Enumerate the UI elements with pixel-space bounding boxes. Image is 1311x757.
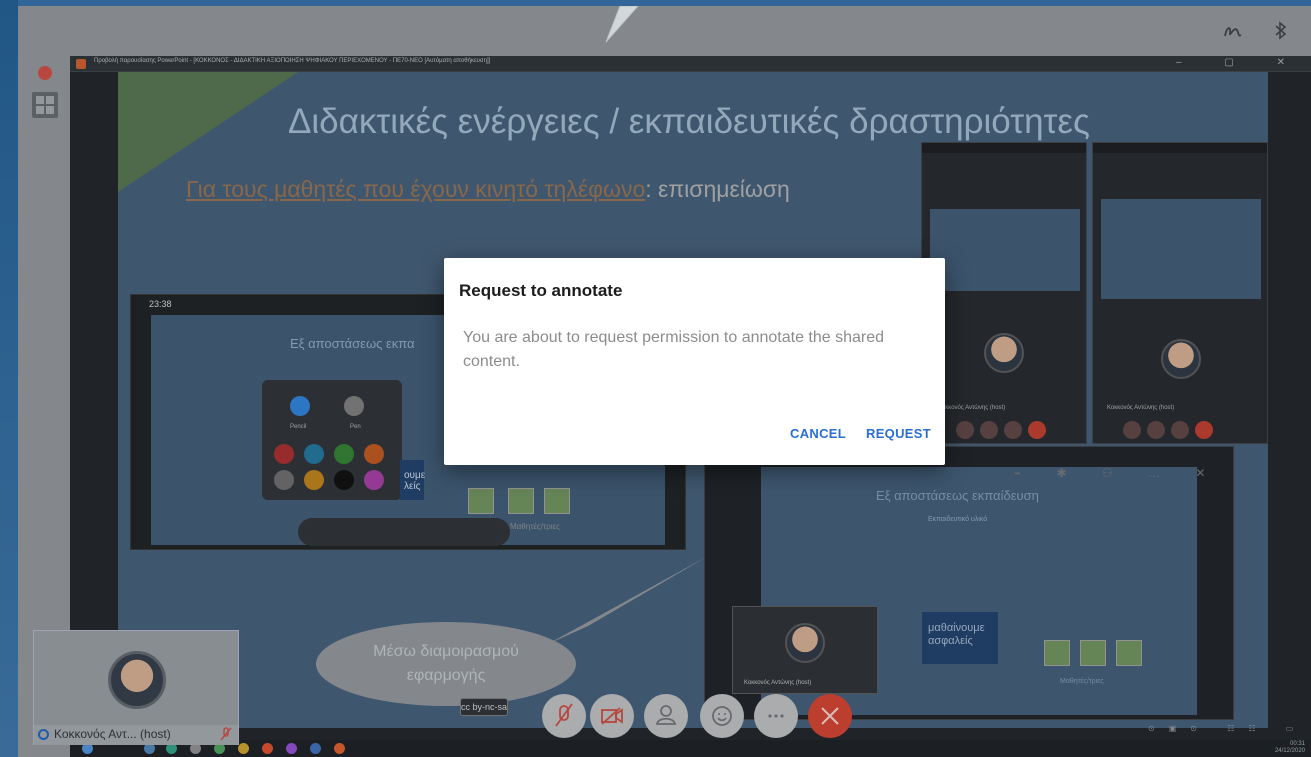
color-gray: [274, 470, 294, 490]
pupil-icon: [508, 488, 534, 514]
inset-video-avatar: [785, 623, 825, 663]
record-indicator-icon: [38, 66, 52, 80]
layout-grid-icon[interactable]: [32, 92, 58, 118]
tablet-caption: Μαθητές/τριες: [510, 522, 560, 531]
pupil-icon: [468, 488, 494, 514]
cancel-button[interactable]: CANCEL: [790, 426, 846, 441]
avatar: [108, 651, 166, 709]
desktop-edge-left: [0, 0, 18, 757]
participants-icon: [655, 705, 677, 725]
pupil-icon: [1044, 640, 1070, 666]
leave-meeting-button[interactable]: [808, 694, 852, 738]
taskbar-time: 00:31: [1289, 741, 1305, 747]
shared-window-title: Προβολή παρουσίασης PowerPoint - [ΚΟΚΚΟΝ…: [94, 58, 491, 64]
more-icon: [768, 714, 784, 718]
system-tray-icons: ⊙▣⊙ ☷☷ ▭: [1148, 724, 1308, 733]
self-video-tile[interactable]: Κοκκονός Αντ... (host): [33, 630, 239, 745]
phone-screenshot-1: Κοκκονός Αντώνης (host): [921, 142, 1087, 444]
speech-bubble-text: Μέσω διαμοιρασμού εφαρμογής: [316, 640, 576, 688]
pencil-label: Pencil: [290, 424, 307, 430]
mic-off-icon: [220, 727, 232, 741]
pencil-tool-icon: [290, 396, 310, 416]
dialog-title: Request to annotate: [459, 281, 623, 300]
color-orange: [364, 444, 384, 464]
powerpoint-icon: [76, 59, 86, 69]
windows-taskbar: 00:31 24/12/2020: [70, 740, 1311, 757]
shared-window-titlebar: Προβολή παρουσίασης PowerPoint - [ΚΟΚΚΟΝ…: [70, 56, 1311, 72]
taskbar-clock: 00:31 24/12/2020: [1275, 741, 1305, 755]
taskbar-date: 24/12/2020: [1274, 748, 1305, 754]
color-amber: [304, 470, 324, 490]
slide-subtitle: Για τους μαθητές που έχουν κινητό τηλέφω…: [186, 176, 790, 203]
more-options-button[interactable]: [754, 694, 798, 738]
phone-video-avatar: [984, 333, 1024, 373]
taskbar-app-icon[interactable]: [262, 743, 273, 754]
inset-video-label: Κοκκονός Αντώνης (host): [744, 680, 812, 686]
pen-tool-icon: [344, 396, 364, 416]
participants-button[interactable]: [644, 694, 688, 738]
taskbar-app-icon[interactable]: [310, 743, 321, 754]
slide-subtitle-underlined: Για τους μαθητές που έχουν κινητό τηλέφω…: [186, 176, 646, 202]
pupil-icon: [1080, 640, 1106, 666]
phone-slide-preview: [1101, 199, 1261, 299]
participant-name: Κοκκονός Αντ... (host): [54, 727, 171, 741]
color-blue: [304, 444, 324, 464]
slide-title: Διδακτικές ενέργειες / εκπαιδευτικές δρα…: [288, 102, 1090, 141]
phone-screenshot-2: Κοκκονός Αντώνης (host): [1092, 142, 1268, 444]
inset-toolbar-icons: ⌁ ✱ ⚇ … ✕: [1014, 466, 1222, 480]
taskbar-app-icon[interactable]: [334, 743, 345, 754]
status-indicator-icon: [38, 729, 49, 740]
speech-bubble: Μέσω διαμοιρασμού εφαρμογής: [316, 622, 576, 706]
phone-status-bar: [1093, 143, 1267, 153]
annotation-palette: Pencil Pen: [262, 380, 402, 500]
close-icon: [821, 707, 839, 725]
color-purple: [364, 470, 384, 490]
pupil-icon: [1116, 640, 1142, 666]
dialog-message: You are about to request permission to a…: [463, 329, 885, 370]
color-black: [334, 470, 354, 490]
phone-video-avatar: [1161, 339, 1201, 379]
taskbar-app-icon[interactable]: [286, 743, 297, 754]
window-controls: – ▢ ✕: [1176, 57, 1305, 68]
inset-board-line-2: ασφαλείς: [928, 635, 973, 647]
inset-slide-title: Εξ αποστάσεως εκπαίδευση: [876, 488, 1039, 503]
request-annotate-dialog: Request to annotate You are about to req…: [444, 258, 945, 465]
color-green: [334, 444, 354, 464]
inset-board-line-1: μαθαίνουμε: [928, 622, 985, 634]
emoji-icon: [712, 706, 732, 726]
bluetooth-icon[interactable]: [1268, 18, 1294, 44]
color-red: [274, 444, 294, 464]
phone-slide-preview: [930, 209, 1080, 291]
request-button[interactable]: REQUEST: [866, 426, 931, 441]
annotate-icon[interactable]: [1220, 18, 1246, 44]
inset-board-text: μαθαίνουμε ασφαλείς: [928, 622, 985, 648]
inset-slide-subtitle: Εκπαιδευτικό υλικό: [928, 516, 988, 523]
phone-caption: Κοκκονός Αντώνης (host): [938, 405, 1006, 411]
pen-label: Pen: [350, 424, 361, 430]
tablet-time: 23:38: [149, 299, 172, 309]
slide-subtitle-rest: : επισημείωση: [645, 176, 790, 202]
mic-off-icon: [555, 703, 573, 727]
mute-button[interactable]: [542, 694, 586, 738]
annotation-toolbar: [298, 518, 510, 546]
speech-bubble-line-1: Μέσω διαμοιρασμού: [373, 643, 519, 660]
video-off-icon: [601, 707, 623, 725]
reactions-button[interactable]: [700, 694, 744, 738]
taskbar-app-icon[interactable]: [238, 743, 249, 754]
slide-decoration: [118, 72, 298, 192]
phone-caption: Κοκκονός Αντώνης (host): [1107, 405, 1175, 411]
tablet-board-text: ουμε λείς: [404, 470, 426, 492]
phone-status-bar: [922, 143, 1086, 153]
pupil-icon: [544, 488, 570, 514]
speech-bubble-line-2: εφαρμογής: [406, 667, 486, 684]
video-button[interactable]: [590, 694, 634, 738]
self-name-bar: Κοκκονός Αντ... (host): [34, 725, 238, 745]
creative-commons-badge: cc by-nc-sa: [460, 698, 508, 716]
app-top-bar: [18, 6, 1311, 56]
inset-students-label: Μαθητές/τριες: [1060, 678, 1104, 685]
bubble-tail: [548, 556, 708, 644]
tablet-slide-title: Εξ αποστάσεως εκπα: [290, 336, 415, 351]
